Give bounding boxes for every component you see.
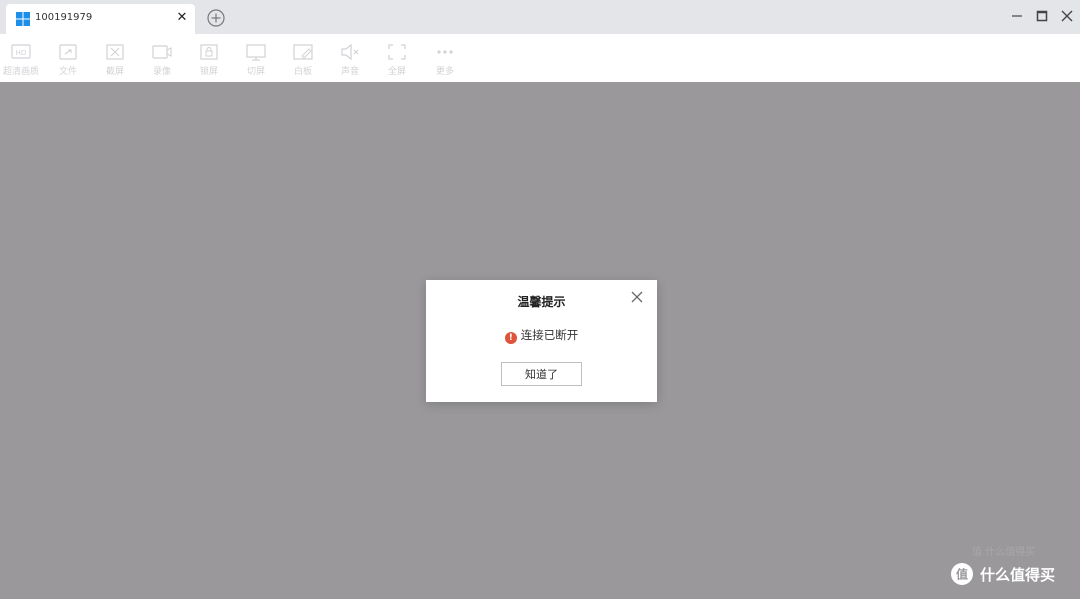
maximize-icon[interactable]	[1033, 7, 1051, 25]
dialog-title: 温馨提示	[517, 295, 566, 309]
watermark-faint: 值 什么值得买	[972, 547, 1036, 558]
toolbar-whiteboard-button[interactable]: 白板	[283, 40, 323, 80]
watermark-logo-glyph: 值	[956, 567, 968, 582]
tab-active[interactable]: 100191979 ✕	[6, 4, 195, 34]
smzdm-logo-icon: 值	[951, 563, 973, 585]
error-icon: !	[504, 332, 517, 344]
toolbar-label: 截屏	[105, 67, 124, 77]
windows-icon	[16, 12, 30, 26]
toolbar-label: 声音	[340, 67, 359, 77]
toolbar-record-button[interactable]: 录像	[142, 40, 182, 80]
toolbar-label: 切屏	[246, 67, 265, 77]
toolbar-label: 文件	[58, 67, 77, 77]
hd-icon: HD	[11, 44, 31, 59]
mute-icon	[341, 43, 359, 61]
tab-title: 100191979	[35, 12, 93, 23]
watermark-text: 什么值得买	[980, 566, 1056, 584]
toolbar-label: 全屏	[387, 67, 406, 77]
toolbar-hd-button[interactable]: HD 超清画质	[1, 40, 41, 80]
file-icon	[59, 44, 77, 60]
tab-close-icon[interactable]: ✕	[175, 9, 189, 27]
toolbar-switch-screen-button[interactable]: 切屏	[236, 40, 276, 80]
toolbar-sound-button[interactable]: 声音	[330, 40, 370, 80]
svg-text:HD: HD	[16, 49, 27, 57]
scissors-icon	[106, 44, 124, 60]
whiteboard-icon	[293, 44, 313, 60]
toolbar-file-button[interactable]: 文件	[48, 40, 88, 80]
toolbar-lock-button[interactable]: 锁屏	[189, 40, 229, 80]
dialog-message: 连接已断开	[520, 328, 579, 342]
lock-icon	[200, 44, 218, 60]
toolbar-fullscreen-button[interactable]: 全屏	[377, 40, 417, 80]
toolbar-label: 锁屏	[199, 67, 218, 77]
more-icon	[437, 50, 453, 54]
fullscreen-icon	[388, 44, 406, 60]
toolbar-screenshot-button[interactable]: 截屏	[95, 40, 135, 80]
toolbar-label: 更多	[435, 67, 454, 77]
disconnect-dialog: 温馨提示 ! 连接已断开 知道了	[426, 280, 657, 402]
minimize-icon[interactable]	[1008, 7, 1026, 25]
add-tab-icon[interactable]	[207, 9, 225, 27]
toolbar-label: 超清画质	[2, 67, 39, 77]
dialog-message-row: ! 连接已断开	[426, 327, 657, 344]
tab-bar: 100191979 ✕	[0, 0, 1080, 34]
toolbar-label: 录像	[152, 67, 171, 77]
ok-button[interactable]: 知道了	[501, 362, 582, 386]
video-icon	[152, 45, 172, 59]
dialog-close-icon[interactable]	[630, 290, 644, 304]
toolbar-label: 白板	[293, 67, 312, 77]
window-close-icon[interactable]	[1058, 7, 1076, 25]
monitor-icon	[246, 44, 266, 61]
toolbar-more-button[interactable]: 更多	[425, 40, 465, 80]
toolbar: HD 超清画质 文件 截屏 录像 锁屏 切屏 白板 声音 全屏 更多	[0, 34, 1080, 82]
